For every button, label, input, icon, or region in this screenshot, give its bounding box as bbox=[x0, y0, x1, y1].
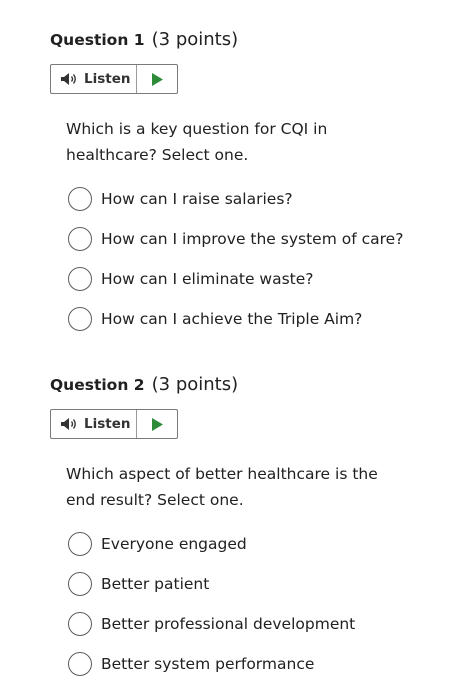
radio-button[interactable] bbox=[68, 307, 92, 331]
option-label: Better system performance bbox=[101, 655, 315, 673]
question-header: Question 2 (3 points) bbox=[50, 373, 238, 397]
option-label: How can I raise salaries? bbox=[101, 190, 293, 208]
question-header: Question 1 (3 points) bbox=[50, 28, 238, 52]
option-label: Better patient bbox=[101, 575, 210, 593]
answer-options: How can I raise salaries? How can I impr… bbox=[68, 187, 403, 339]
radio-button[interactable] bbox=[68, 227, 92, 251]
question-title: Question 2 bbox=[50, 376, 145, 394]
readspeaker-toolbar: Listen bbox=[50, 64, 178, 94]
radio-button[interactable] bbox=[68, 532, 92, 556]
answer-option[interactable]: How can I eliminate waste? bbox=[68, 259, 403, 299]
question-points: (3 points) bbox=[151, 29, 239, 50]
speaker-icon bbox=[60, 417, 78, 431]
radio-button[interactable] bbox=[68, 187, 92, 211]
answer-option[interactable]: How can I achieve the Triple Aim? bbox=[68, 299, 403, 339]
question-text: Which aspect of better healthcare is the… bbox=[66, 465, 378, 509]
answer-option[interactable]: Better patient bbox=[68, 564, 355, 604]
option-label: Better professional development bbox=[101, 615, 356, 633]
radio-button[interactable] bbox=[68, 572, 92, 596]
play-button[interactable] bbox=[137, 410, 177, 438]
play-button[interactable] bbox=[137, 65, 177, 93]
readspeaker-toolbar: Listen bbox=[50, 409, 178, 439]
answer-options: Everyone engaged Better patient Better p… bbox=[68, 532, 355, 684]
listen-label: Listen bbox=[84, 416, 131, 432]
speaker-icon bbox=[60, 72, 78, 86]
option-label: How can I eliminate waste? bbox=[101, 270, 314, 288]
option-label: Everyone engaged bbox=[101, 535, 247, 553]
radio-button[interactable] bbox=[68, 652, 92, 676]
question-points: (3 points) bbox=[151, 374, 239, 395]
answer-option[interactable]: How can I raise salaries? bbox=[68, 179, 403, 219]
answer-option[interactable]: Everyone engaged bbox=[68, 524, 355, 564]
radio-button[interactable] bbox=[68, 267, 92, 291]
answer-option[interactable]: Better system performance bbox=[68, 644, 355, 684]
play-icon bbox=[151, 72, 163, 86]
listen-button[interactable]: Listen bbox=[51, 65, 137, 93]
answer-option[interactable]: Better professional development bbox=[68, 604, 355, 644]
listen-button[interactable]: Listen bbox=[51, 410, 137, 438]
question-text: Which is a key question for CQI in healt… bbox=[66, 120, 328, 164]
play-icon bbox=[151, 417, 163, 431]
answer-option[interactable]: How can I improve the system of care? bbox=[68, 219, 403, 259]
option-label: How can I improve the system of care? bbox=[101, 230, 404, 248]
radio-button[interactable] bbox=[68, 612, 92, 636]
option-label: How can I achieve the Triple Aim? bbox=[101, 310, 363, 328]
question-title: Question 1 bbox=[50, 31, 145, 49]
listen-label: Listen bbox=[84, 71, 131, 87]
